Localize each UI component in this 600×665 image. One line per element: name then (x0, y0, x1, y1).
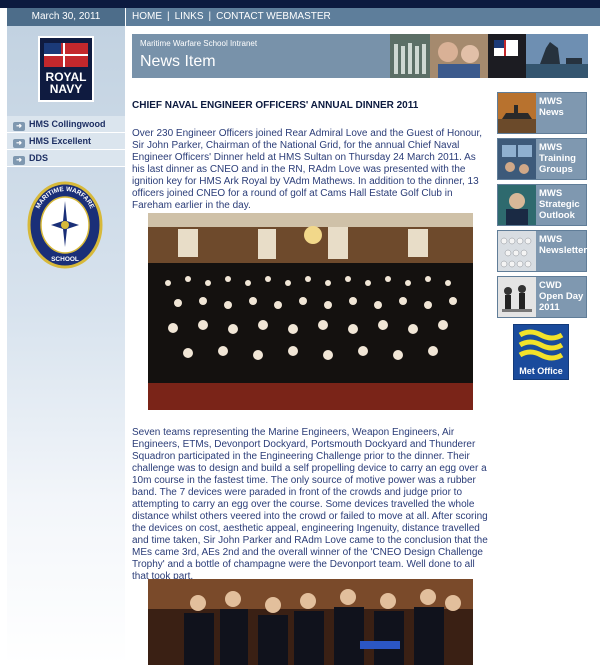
outlook-icon (498, 185, 536, 225)
nav-separator: | (208, 11, 212, 22)
banner-photo-strip (390, 34, 588, 78)
date-display: March 30, 2011 (7, 8, 125, 26)
article-headline: CHIEF NAVAL ENGINEER OFFICERS' ANNUAL DI… (132, 100, 419, 111)
sidebar: ROYAL NAVY ➜ HMS Collingwood ➜ HMS Excelle… (7, 26, 125, 665)
maritime-warfare-school-badge[interactable]: MARITIME WARFARE SCHOOL (27, 181, 103, 269)
top-border (0, 0, 600, 8)
sidebar-item-hms-collingwood[interactable]: ➜ HMS Collingwood (7, 116, 125, 133)
met-office-logo[interactable]: Met Office (513, 324, 569, 380)
sidebar-item-label: HMS Excellent (29, 136, 92, 146)
ships-icon (498, 93, 536, 133)
banner-subtitle: Maritime Warfare School Intranet (140, 39, 258, 48)
training-icon (498, 139, 536, 179)
sidebar-nav: ➜ HMS Collingwood ➜ HMS Excellent ➜ DDS (7, 116, 125, 167)
arrow-right-icon: ➜ (13, 122, 25, 131)
engineering-challenge-photo (148, 579, 473, 665)
met-office-label: Met Office (519, 366, 563, 376)
article: CHIEF NAVAL ENGINEER OFFICERS' ANNUAL DI… (132, 100, 488, 212)
sidebar-item-hms-excellent[interactable]: ➜ HMS Excellent (7, 133, 125, 150)
right-nav-label: CWD Open Day 2011 (539, 280, 584, 313)
arrow-right-icon: ➜ (13, 139, 25, 148)
article-paragraph-2: Seven teams representing the Marine Engi… (132, 427, 488, 582)
met-office-waves-icon (518, 329, 564, 361)
right-nav-label: MWS Strategic Outlook (539, 188, 580, 221)
sidebar-item-label: HMS Collingwood (29, 119, 106, 129)
nav-contact-webmaster-link[interactable]: CONTACT WEBMASTER (216, 11, 331, 22)
right-nav: MWS News MWS Training Groups MWS Strateg… (497, 92, 587, 322)
white-ensign-icon (44, 43, 88, 67)
page-banner: Maritime Warfare School Intranet News It… (132, 34, 588, 78)
right-nav-label: MWS News (539, 96, 564, 118)
top-nav: HOME | LINKS | CONTACT WEBMASTER (126, 8, 600, 26)
royal-navy-logo[interactable]: ROYAL NAVY (38, 36, 94, 102)
sidebar-item-label: DDS (29, 153, 49, 163)
right-nav-label: MWS Newsletter (539, 234, 588, 256)
sidebar-item-dds[interactable]: ➜ DDS (7, 150, 125, 167)
page-title: News Item (140, 53, 216, 70)
dinner-group-photo (148, 213, 473, 410)
arrow-right-icon: ➜ (13, 156, 25, 165)
badge-text-bottom: SCHOOL (51, 256, 79, 263)
newsletter-icon (498, 231, 536, 271)
nav-separator: | (167, 11, 170, 22)
right-nav-cwd-open-day-2011[interactable]: CWD Open Day 2011 (497, 276, 587, 318)
right-nav-mws-training-groups[interactable]: MWS Training Groups (497, 138, 587, 180)
nav-home-link[interactable]: HOME (132, 11, 162, 22)
right-nav-mws-news[interactable]: MWS News (497, 92, 587, 134)
article-paragraph-1: Over 230 Engineer Officers joined Rear A… (132, 128, 483, 211)
logo-line-2: NAVY (49, 82, 83, 96)
right-nav-mws-strategic-outlook[interactable]: MWS Strategic Outlook (497, 184, 587, 226)
nav-links-link[interactable]: LINKS (175, 11, 204, 22)
openday-icon (498, 277, 536, 317)
right-nav-label: MWS Training Groups (539, 142, 576, 175)
right-nav-mws-newsletter[interactable]: MWS Newsletter (497, 230, 587, 272)
